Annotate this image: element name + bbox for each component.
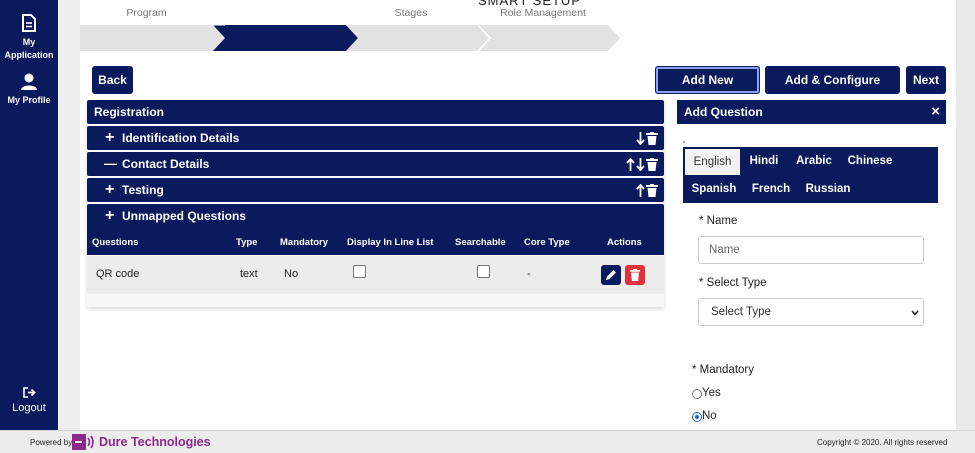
trash-icon[interactable] <box>646 131 658 145</box>
mandatory-no-label: No <box>702 410 717 422</box>
mandatory-yes-label: Yes <box>702 387 721 399</box>
footer: Powered by Dure Technologies Copyright ©… <box>0 430 975 453</box>
section-unmapped-questions[interactable]: + Unmapped Questions <box>87 204 664 231</box>
dure-logo-icon <box>72 434 96 450</box>
sidebar-item-label: My Profile <box>7 95 51 105</box>
sidebar: My Application My Profile Logout <box>0 0 58 430</box>
column-header: Questions <box>92 237 139 248</box>
cell-mandatory: No <box>284 268 299 280</box>
table-row: QR code text No - <box>87 256 664 294</box>
section-label: Identification Details <box>122 131 240 145</box>
mandatory-no-radio[interactable] <box>692 412 702 422</box>
logout-icon <box>22 387 36 398</box>
tab-arabic[interactable]: Arabic <box>793 147 835 175</box>
sidebar-item-my-profile[interactable]: My Profile <box>0 73 58 107</box>
cell-question: QR code <box>96 268 140 280</box>
arrow-down-icon[interactable] <box>636 131 645 145</box>
select-type-dropdown[interactable]: Select Type <box>698 298 924 326</box>
sidebar-item-logout[interactable]: Logout <box>0 387 58 415</box>
tab-spanish[interactable]: Spanish <box>689 175 739 203</box>
next-button[interactable]: Next <box>906 66 946 94</box>
edit-button[interactable] <box>601 265 621 285</box>
trash-icon[interactable] <box>646 157 658 171</box>
registration-header: Registration <box>87 100 664 124</box>
section-label: Contact Details <box>122 157 210 171</box>
tab-hindi[interactable]: Hindi <box>745 147 783 175</box>
name-input[interactable]: Name <box>698 236 924 264</box>
stepper-arrows <box>80 25 620 52</box>
section-testing[interactable]: + Testing <box>87 178 664 202</box>
column-header: Mandatory <box>280 237 329 248</box>
content-gutter <box>58 0 80 430</box>
tab-russian[interactable]: Russian <box>803 175 853 203</box>
registration-title: Registration <box>94 105 165 119</box>
select-type-label: * Select Type <box>699 277 767 289</box>
searchable-checkbox[interactable] <box>477 265 490 278</box>
display-in-line-list-checkbox[interactable] <box>353 265 366 278</box>
trash-icon[interactable] <box>646 183 658 197</box>
arrow-down-icon[interactable] <box>636 157 645 171</box>
chevron-down-icon <box>911 310 919 316</box>
column-header: Actions <box>607 237 642 248</box>
copyright-text: Copyright © 2020. All rights reserved <box>817 438 948 447</box>
add-new-question-button[interactable]: Add New Question <box>655 66 760 111</box>
back-button[interactable]: Back <box>92 66 133 94</box>
language-tabs: English Hindi Arabic Chinese Spanish Fre… <box>683 147 938 203</box>
expand-icon[interactable]: + <box>105 204 114 228</box>
questions-table-header: Questions Type Mandatory Display In Line… <box>87 231 664 255</box>
mandatory-label: * Mandatory <box>692 364 755 376</box>
step-role-management[interactable]: Role Management <box>478 0 608 26</box>
collapse-icon[interactable]: — <box>104 152 117 176</box>
expand-icon[interactable]: + <box>105 126 114 150</box>
cell-type: text <box>240 268 258 280</box>
tab-english[interactable]: English <box>685 149 740 175</box>
step-stages[interactable]: Stages <box>346 0 476 26</box>
add-configure-sections-button[interactable]: Add & Configure Sections <box>765 66 900 115</box>
tab-chinese[interactable]: Chinese <box>845 147 895 175</box>
step-registration[interactable]: Registration <box>213 0 346 26</box>
column-header: Searchable <box>455 237 506 248</box>
arrow-up-icon[interactable] <box>636 183 645 197</box>
section-contact-details[interactable]: — Contact Details <box>87 152 664 176</box>
add-question-header: Add Question × <box>677 100 946 124</box>
pencil-icon <box>606 270 616 280</box>
step-program[interactable]: Program <box>80 0 213 26</box>
sidebar-item-my-application[interactable]: My Application <box>0 14 58 62</box>
mandatory-yes-radio[interactable] <box>692 389 702 399</box>
sidebar-item-label: Logout <box>12 402 46 414</box>
arrow-up-icon[interactable] <box>626 157 635 171</box>
select-type-value: Select Type <box>711 306 771 318</box>
section-identification-details[interactable]: + Identification Details <box>87 126 664 150</box>
trash-icon <box>630 269 640 281</box>
column-header: Type <box>236 237 258 248</box>
delete-button[interactable] <box>625 265 645 285</box>
section-label: Unmapped Questions <box>122 209 247 223</box>
user-icon <box>21 73 37 90</box>
sidebar-item-label: My Application <box>4 37 54 60</box>
tab-french[interactable]: French <box>749 175 793 203</box>
close-icon[interactable]: × <box>931 100 940 124</box>
brand-name: Dure Technologies <box>99 435 211 449</box>
document-icon <box>22 14 36 32</box>
powered-by-label: Powered by <box>30 438 73 447</box>
section-label: Testing <box>122 183 164 197</box>
scrollbar-track[interactable] <box>956 0 975 430</box>
cell-core-type: - <box>527 268 531 280</box>
column-header: Core Type <box>524 237 570 248</box>
expand-icon[interactable]: + <box>105 178 114 202</box>
column-header: Display In Line List <box>347 237 434 248</box>
name-label: * Name <box>699 215 738 227</box>
add-question-title: Add Question <box>684 105 763 119</box>
